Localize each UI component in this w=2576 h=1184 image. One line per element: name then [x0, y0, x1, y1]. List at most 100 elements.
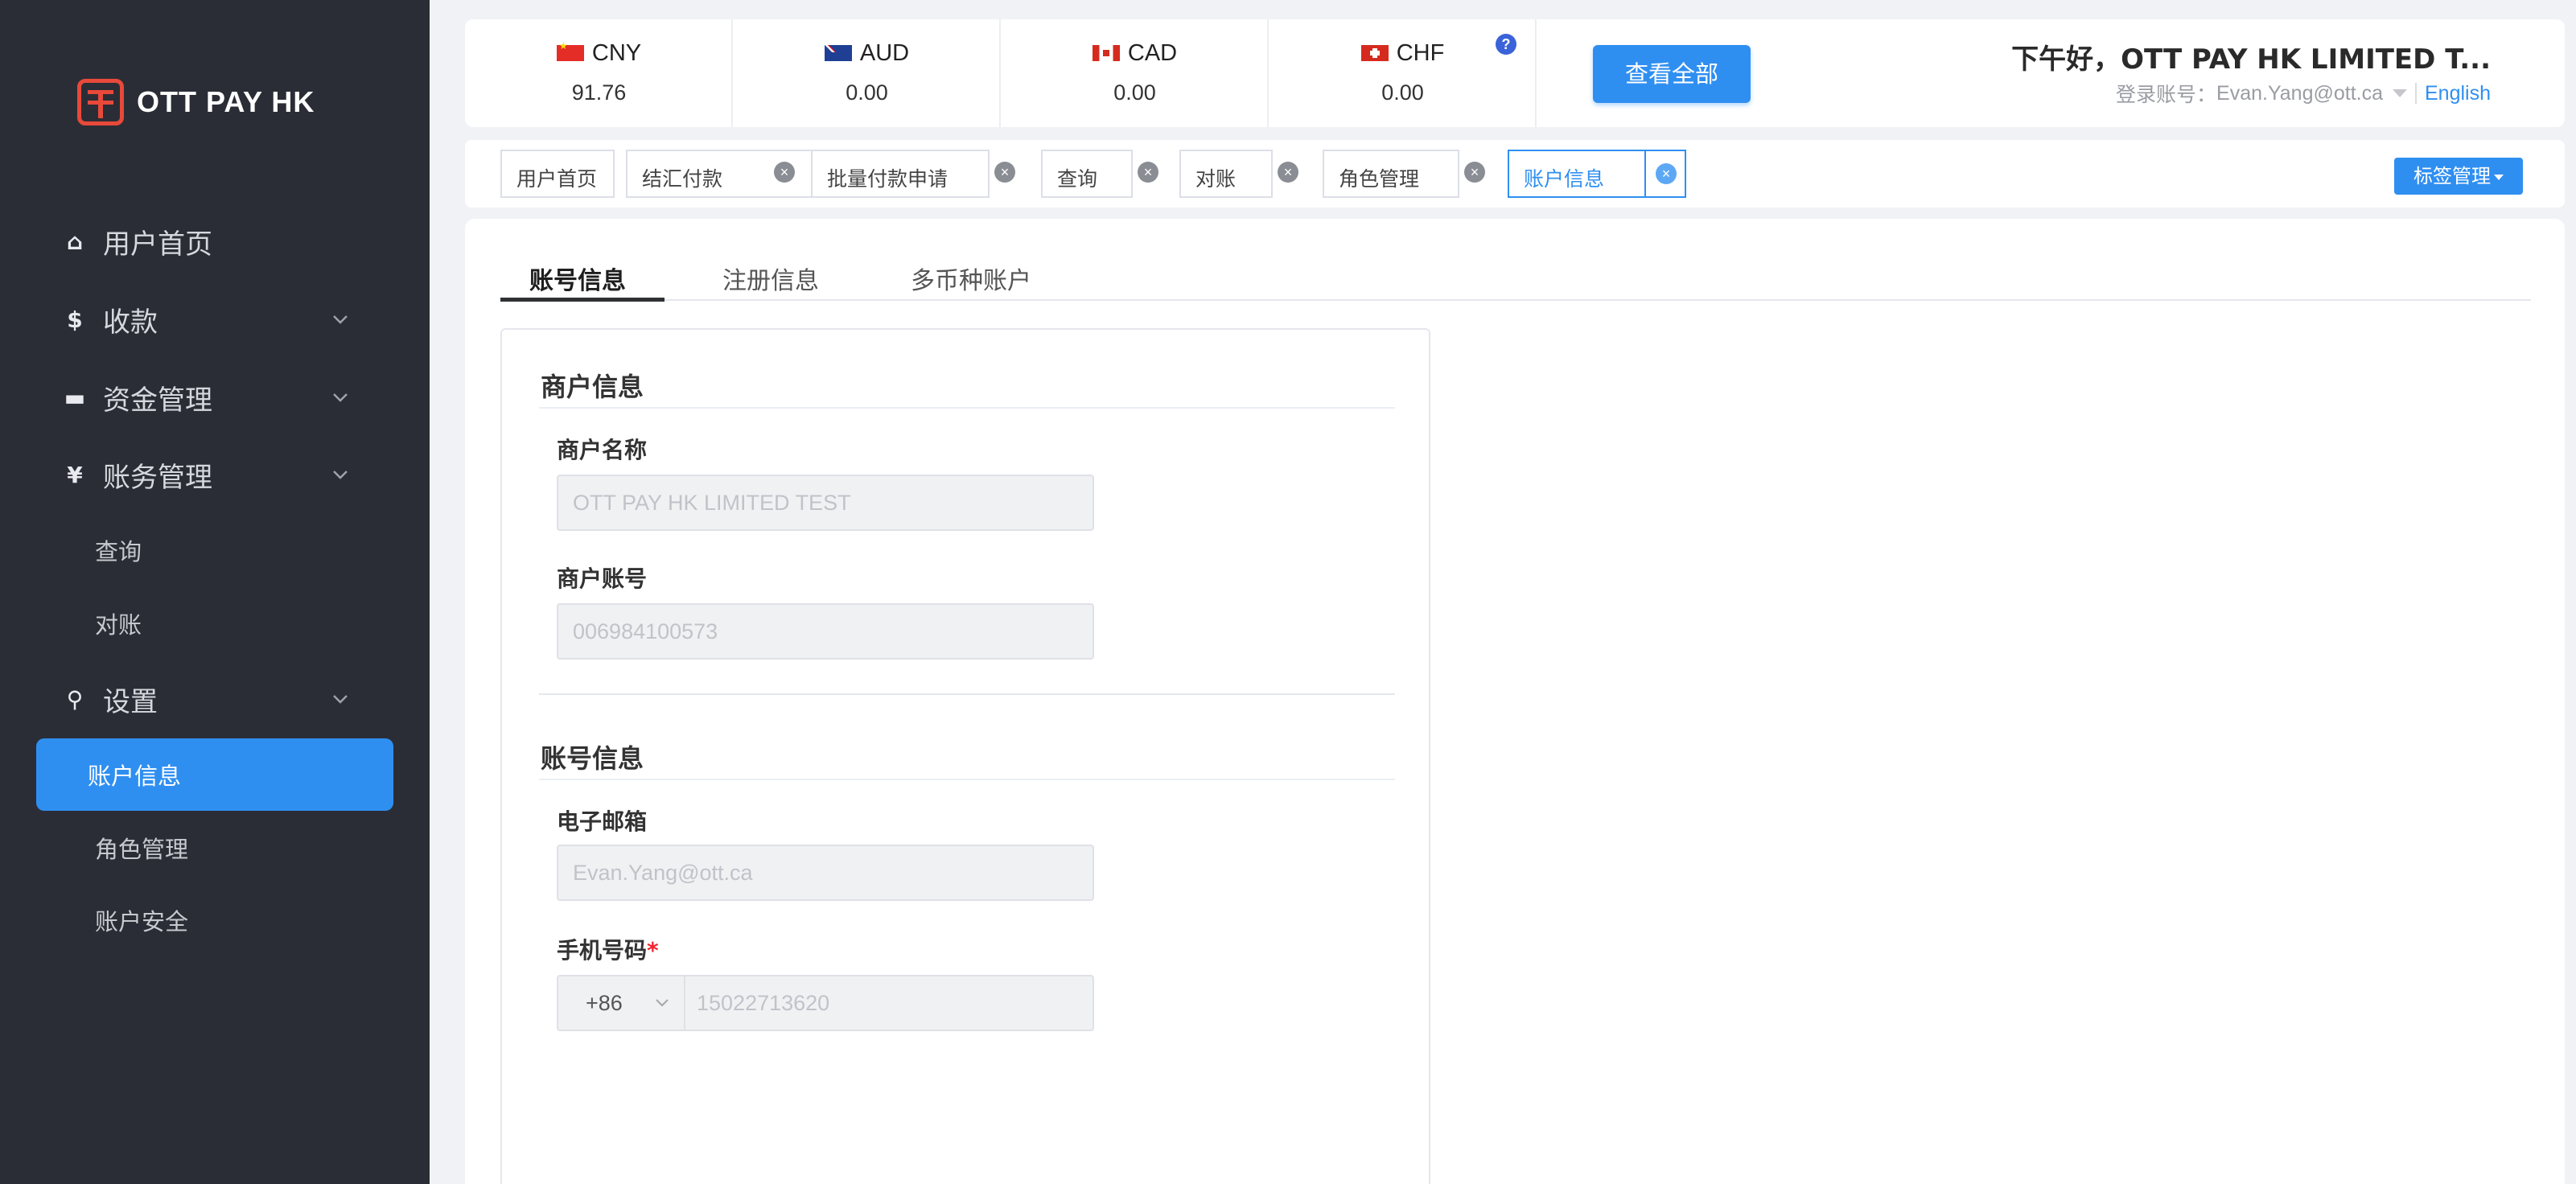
- phone-label-text: 手机号码: [557, 937, 648, 964]
- chevron-down-icon: [333, 695, 348, 704]
- balance-chf[interactable]: CHF 0.00: [1269, 19, 1537, 127]
- close-icon: ×: [1656, 163, 1677, 184]
- tag-management-button[interactable]: 标签管理: [2394, 158, 2523, 195]
- sidebar-item-label: 对账: [95, 611, 142, 639]
- divider: [684, 976, 685, 1030]
- search-icon: ⚲: [66, 685, 84, 713]
- account-info-card: 商户信息 商户名称 OTT PAY HK LIMITED TEST 商户账号 0…: [500, 328, 1430, 1184]
- sidebar-item-reconciliation[interactable]: 对账: [0, 591, 430, 656]
- sidebar-item-accounting[interactable]: ¥ 账务管理: [0, 442, 430, 507]
- merchant-name-label: 商户名称: [557, 437, 648, 463]
- account-line: 登录账号： Evan.Yang@ott.ca English: [2116, 79, 2491, 108]
- sidebar-item-label: 设置: [103, 685, 158, 718]
- dollar-icon: $: [67, 306, 83, 333]
- sidebar-item-account-security[interactable]: 账户安全: [0, 888, 430, 952]
- chevron-down-icon: [333, 393, 348, 402]
- sidebar-item-label: 账务管理: [103, 461, 212, 494]
- tab-label: 用户首页: [516, 167, 598, 191]
- sidebar-item-role-management[interactable]: 角色管理: [0, 816, 430, 880]
- account-prefix: 登录账号：: [2116, 83, 2217, 106]
- sidebar-item-label: 资金管理: [103, 384, 212, 417]
- email-label: 电子邮箱: [557, 808, 648, 835]
- close-icon[interactable]: ×: [1138, 162, 1158, 183]
- card-icon: ▬: [64, 384, 86, 411]
- page-tab-home[interactable]: 用户首页: [500, 150, 615, 198]
- balance-cad[interactable]: CAD 0.00: [1001, 19, 1269, 127]
- close-icon[interactable]: ×: [774, 162, 795, 183]
- merchant-name-field[interactable]: OTT PAY HK LIMITED TEST: [557, 475, 1094, 531]
- page-tab-query[interactable]: 查询: [1041, 150, 1133, 198]
- page-tab-account-info[interactable]: 账户信息: [1508, 150, 1646, 198]
- sidebar-item-funds[interactable]: ▬ 资金管理: [0, 365, 430, 430]
- au-flag-icon: [824, 45, 852, 61]
- sidebar-item-query[interactable]: 查询: [0, 518, 430, 582]
- logo-text: OTT PAY HK: [137, 85, 315, 118]
- close-icon[interactable]: ×: [1464, 162, 1485, 183]
- view-all-button[interactable]: 查看全部: [1593, 45, 1751, 103]
- tab-label: 查询: [1057, 167, 1098, 191]
- language-switch[interactable]: English: [2425, 82, 2491, 105]
- sidebar-item-home[interactable]: ⌂ 用户首页: [0, 209, 430, 273]
- phone-label: 手机号码*: [557, 933, 659, 965]
- sidebar: OTT PAY HK ⌂ 用户首页 $ 收款 ▬ 资金管理 ¥ 账务管理 查询 …: [0, 0, 430, 1184]
- currency-balance: 0.00: [1381, 80, 1424, 105]
- tab-label: 角色管理: [1339, 167, 1420, 191]
- page-tabs-bar: 用户首页 结汇付款 × 批量付款申请 × 查询 × 对账 × 角色管理 × 账户…: [465, 140, 2565, 208]
- page-tab-reconciliation[interactable]: 对账: [1179, 150, 1273, 198]
- country-code-select[interactable]: +86: [586, 976, 623, 1030]
- tab-label: 账户信息: [1524, 167, 1605, 191]
- close-icon[interactable]: ×: [1278, 162, 1298, 183]
- sidebar-item-collection[interactable]: $ 收款: [0, 287, 430, 352]
- help-icon[interactable]: ?: [1496, 34, 1516, 55]
- currency-code: CNY: [591, 40, 642, 66]
- merchant-account-field[interactable]: 006984100573: [557, 603, 1094, 660]
- currency-balance: 0.00: [846, 80, 888, 105]
- account-section-title: 账号信息: [541, 743, 644, 774]
- currency-balance: 91.76: [571, 80, 627, 105]
- tab-registration-info[interactable]: 注册信息: [722, 261, 819, 296]
- currency-balance: 0.00: [1113, 80, 1156, 105]
- phone-field: +86 15022713620: [557, 975, 1094, 1031]
- balance-aud[interactable]: AUD 0.00: [733, 19, 1001, 127]
- greeting: 下午好，OTT PAY HK LIMITED T...: [2011, 43, 2491, 76]
- required-mark: *: [647, 937, 659, 964]
- currency-code: CAD: [1127, 40, 1178, 66]
- tab-label: 结汇付款: [642, 167, 723, 191]
- balance-cny[interactable]: CNY 91.76: [465, 19, 733, 127]
- ch-flag-icon: [1360, 45, 1389, 61]
- sidebar-item-settings[interactable]: ⚲ 设置: [0, 667, 430, 731]
- ott-logo-icon: [77, 79, 124, 125]
- merchant-section-title: 商户信息: [541, 372, 644, 402]
- currency-code: CHF: [1396, 40, 1445, 66]
- page-tab-role-management[interactable]: 角色管理: [1323, 150, 1459, 198]
- tab-multi-currency-account[interactable]: 多币种账户: [911, 261, 1031, 296]
- close-icon[interactable]: ×: [994, 162, 1015, 183]
- currency-code: AUD: [859, 40, 910, 66]
- merchant-account-label: 商户账号: [557, 565, 648, 592]
- active-tab-indicator: [500, 298, 665, 302]
- page-tab-batch-payment[interactable]: 批量付款申请: [811, 150, 990, 198]
- sidebar-item-account-info[interactable]: 账户信息: [36, 738, 393, 811]
- logo[interactable]: OTT PAY HK: [77, 79, 315, 125]
- balance-bar: CNY 91.76 AUD 0.00 CAD 0.00 CHF 0.00 ? 查…: [465, 19, 2565, 127]
- sidebar-item-label: 收款: [103, 306, 158, 339]
- section-divider: [539, 407, 1395, 409]
- tab-label: 对账: [1195, 167, 1237, 191]
- sidebar-item-label: 角色管理: [95, 836, 189, 863]
- email-field[interactable]: Evan.Yang@ott.ca: [557, 845, 1094, 901]
- close-tab-button[interactable]: ×: [1644, 150, 1686, 198]
- tab-label: 批量付款申请: [827, 167, 949, 191]
- tab-account-info[interactable]: 账号信息: [529, 261, 626, 296]
- chevron-down-icon: [333, 471, 348, 479]
- chevron-down-icon[interactable]: [653, 996, 671, 1010]
- cn-flag-icon: [556, 40, 584, 61]
- caret-down-icon[interactable]: [2393, 89, 2407, 97]
- account-email[interactable]: Evan.Yang@ott.ca: [2216, 82, 2383, 105]
- section-divider: [539, 693, 1395, 695]
- divider: [2415, 83, 2417, 104]
- home-icon: ⌂: [66, 228, 84, 255]
- phone-number-input[interactable]: 15022713620: [697, 976, 829, 1030]
- sidebar-item-label: 用户首页: [103, 228, 212, 261]
- chevron-down-icon: [333, 315, 348, 324]
- section-divider: [539, 779, 1395, 780]
